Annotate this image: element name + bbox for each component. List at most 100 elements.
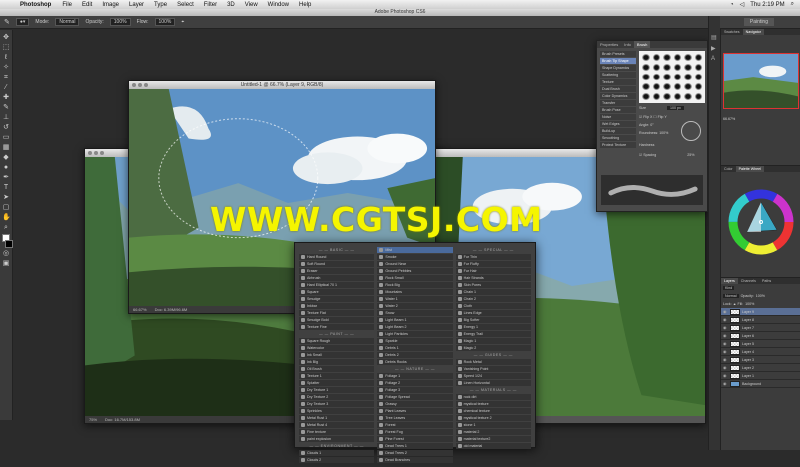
menu-file[interactable]: File (57, 2, 77, 8)
navigator-thumbnail[interactable] (723, 53, 799, 109)
brush-tip-thumbnail[interactable] (693, 82, 703, 92)
brush-preset-item[interactable]: Hard Elliptical 70 1 (299, 282, 375, 288)
brush-preset-item[interactable]: Metal Rust 1 (299, 415, 375, 421)
lasso-tool-icon[interactable]: ℓ (2, 54, 10, 62)
brush-tip-thumbnail[interactable] (683, 92, 693, 101)
menu-help[interactable]: Help (294, 2, 316, 8)
menu-edit[interactable]: Edit (77, 2, 97, 8)
brush-preset-item[interactable]: Dry Texture 2 (299, 394, 375, 400)
brush-preset-item[interactable]: Lines Edge (455, 310, 531, 316)
move-tool-icon[interactable]: ✥ (2, 34, 10, 42)
brush-preset-item[interactable]: Plant Leaves (377, 408, 453, 414)
visibility-eye-icon[interactable]: ◉ (723, 333, 728, 338)
layer-row[interactable]: ◉ Layer 3 (721, 356, 800, 364)
layer-row[interactable]: ◉ Layer 7 (721, 324, 800, 332)
brush-size-picker[interactable]: ●▾ (15, 18, 30, 26)
brush-preset-item[interactable]: Mountains (377, 289, 453, 295)
brush-option-item[interactable]: Color Dynamics (600, 93, 636, 99)
brush-preset-item[interactable]: Grassy (377, 401, 453, 407)
brush-tip-thumbnail[interactable] (662, 82, 672, 92)
brush-option-item[interactable]: Build-up (600, 128, 636, 134)
brush-preset-item[interactable]: Light Beam 2 (377, 324, 453, 330)
layer-blend-select[interactable]: Normal (723, 294, 739, 298)
brush-preset-item[interactable]: Dry Texture 3 (299, 401, 375, 407)
angle-roundness-dial[interactable] (681, 121, 701, 141)
brush-option-item[interactable]: Brush Presets (600, 51, 636, 57)
visibility-eye-icon[interactable]: ◉ (723, 357, 728, 362)
close-window-icon[interactable] (132, 83, 136, 87)
angle-control[interactable]: Angle: 0° (639, 123, 654, 127)
brush-option-item[interactable]: Transfer (600, 100, 636, 106)
brush-preset-item[interactable]: mystical texture 2 (455, 415, 531, 421)
brush-preset-item[interactable]: Rock Small (377, 275, 453, 281)
healing-tool-icon[interactable]: ✚ (2, 94, 10, 102)
document-title-bar[interactable]: Untitled-1 @ 66.7% (Layer 9, RGB/8) (129, 81, 435, 89)
brush-tip-thumbnail[interactable] (662, 53, 672, 62)
layer-row[interactable]: ◉ Layer 6 (721, 332, 800, 340)
visibility-eye-icon[interactable]: ◉ (723, 365, 728, 370)
brush-tip-thumbnail[interactable] (693, 53, 703, 62)
brush-preset-item[interactable]: Fine texture (299, 429, 375, 435)
eraser-tool-icon[interactable]: ▭ (2, 134, 10, 142)
brush-tip-thumbnail[interactable] (672, 82, 682, 92)
tab-channels[interactable]: Channels (738, 278, 759, 284)
brush-preset-item[interactable]: Linen Horizontal (455, 380, 531, 386)
brush-option-item[interactable]: Texture (600, 79, 636, 85)
brush-preset-item[interactable]: Texture Fine (299, 324, 375, 330)
navigator-zoom[interactable]: 66.67% (723, 117, 735, 121)
brush-preset-item[interactable]: Dead Trees 1 (377, 443, 453, 449)
layer-row[interactable]: ◉ Layer 4 (721, 348, 800, 356)
brush-preset-item[interactable]: Dry Texture 1 (299, 387, 375, 393)
brush-tip-thumbnail[interactable] (672, 72, 682, 82)
crop-tool-icon[interactable]: ⌗ (2, 74, 10, 82)
marquee-tool-icon[interactable]: ⬚ (2, 44, 10, 52)
brush-preset-item[interactable]: Foliage Spread (377, 394, 453, 400)
brush-tip-thumbnail[interactable] (693, 92, 703, 101)
brush-preset-item[interactable]: Light Particles (377, 331, 453, 337)
lock-icon[interactable]: 🔒︎ (734, 302, 736, 306)
brush-preset-item[interactable]: Fur Fluffy (455, 261, 531, 267)
brush-tip-thumbnail[interactable] (693, 72, 703, 82)
brush-tip-thumbnail[interactable] (693, 62, 703, 72)
brush-preset-item[interactable]: Sprinkles (299, 408, 375, 414)
brush-preset-item[interactable]: Ink Small (299, 352, 375, 358)
brush-preset-item[interactable]: Eraser (299, 268, 375, 274)
tab-properties[interactable]: Properties (597, 41, 621, 48)
zoom-readout[interactable]: 66.67% (133, 306, 147, 313)
screen-mode-icon[interactable]: ▣ (2, 260, 10, 268)
brush-option-item[interactable]: Shape Dynamics (600, 65, 636, 71)
brush-option-item[interactable]: Brush Tip Shape (600, 58, 636, 64)
menu-window[interactable]: Window (263, 2, 294, 8)
brush-tip-thumbnail[interactable] (641, 62, 651, 72)
spotlight-search-icon[interactable]: ⌕ (791, 1, 794, 8)
brush-preset-item[interactable]: Dead Branches (377, 457, 453, 463)
doc-size-readout[interactable]: Doc: 16.7M/153.8M (105, 416, 140, 423)
brush-tip-thumbnail[interactable] (662, 72, 672, 82)
minimize-window-icon[interactable] (138, 83, 142, 87)
mode-select[interactable]: Normal (55, 18, 80, 26)
brush-preset-item[interactable]: Water 2 (377, 303, 453, 309)
tab-swatches[interactable]: Swatches (721, 29, 743, 35)
brush-preset-item[interactable]: Foliage 3 (377, 387, 453, 393)
tab-info[interactable]: Info (621, 41, 634, 48)
workspace-select[interactable]: Painting (743, 18, 774, 26)
eyedropper-tool-icon[interactable]: ⁄ (2, 84, 10, 92)
wifi-icon[interactable]: ◔ (730, 2, 734, 8)
brush-tip-thumbnail[interactable] (651, 53, 661, 62)
brush-tip-thumbnail[interactable] (651, 72, 661, 82)
brush-preset-item[interactable]: Airbrush (299, 275, 375, 281)
menu-layer[interactable]: Layer (124, 2, 149, 8)
brush-tip-thumbnail[interactable] (651, 62, 661, 72)
brush-preset-item[interactable]: material texture2 (455, 436, 531, 442)
brush-preset-item[interactable]: Debris Rocks (377, 359, 453, 365)
quick-mask-icon[interactable]: ◎ (2, 250, 10, 258)
history-brush-tool-icon[interactable]: ↺ (2, 124, 10, 132)
brush-tip-thumbnail[interactable] (641, 92, 651, 101)
airbrush-icon[interactable]: ⌖ (181, 19, 184, 25)
brush-preset-item[interactable]: Clouds 2 (299, 457, 375, 463)
brush-preset-item[interactable]: Smudge Bold (299, 317, 375, 323)
shape-tool-icon[interactable]: ▢ (2, 204, 10, 212)
brush-preset-item[interactable]: Soft Round (299, 261, 375, 267)
doc-size-readout[interactable]: Doc: 6.39M/96.6M (155, 306, 188, 313)
brush-preset-item[interactable]: Ground Near (377, 261, 453, 267)
